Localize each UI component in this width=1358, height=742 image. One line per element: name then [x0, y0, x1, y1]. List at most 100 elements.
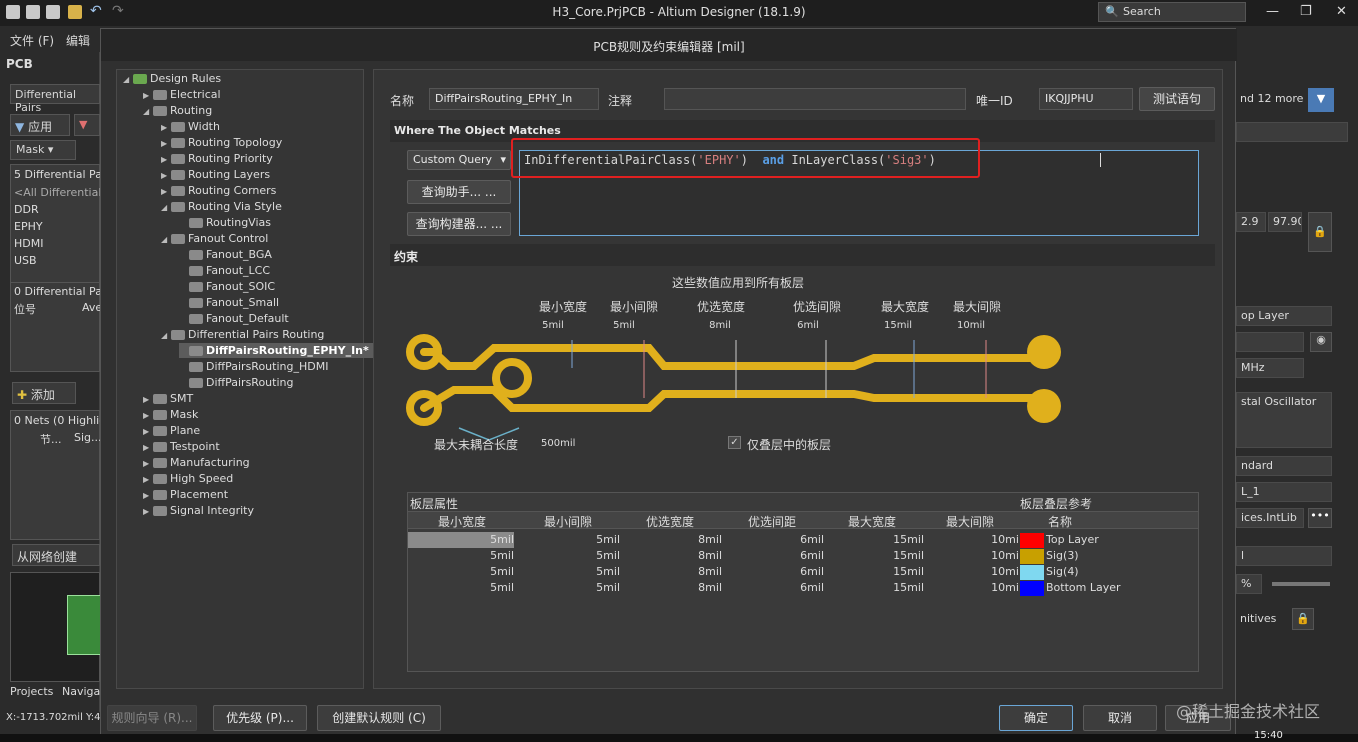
expand-arrow-icon[interactable]: ▶ [143, 488, 153, 503]
table-cell[interactable]: 8mil [618, 581, 722, 594]
frequency-field[interactable]: MHz [1236, 358, 1304, 378]
expand-arrow-icon[interactable]: ▶ [161, 152, 171, 167]
expand-arrow-icon[interactable]: ▶ [143, 456, 153, 471]
tree-node[interactable]: ▶ SMT [143, 391, 193, 406]
table-cell[interactable]: 6mil [720, 581, 824, 594]
expand-arrow-icon[interactable]: ▶ [143, 392, 153, 407]
table-cell[interactable]: 5mil [516, 533, 620, 546]
tree-node[interactable]: ▶ Testpoint [143, 439, 220, 454]
panel-field[interactable] [1236, 122, 1348, 142]
location-x-field[interactable]: 2.9 [1236, 212, 1266, 232]
search-input[interactable]: 🔍 Search [1098, 2, 1246, 22]
tree-node[interactable]: ▶ Plane [143, 423, 200, 438]
query-builder-button[interactable]: 查询构建器... ... [407, 212, 511, 236]
location-y-field[interactable]: 97.90 [1268, 212, 1302, 232]
tree-node[interactable]: ▶ Manufacturing [143, 455, 250, 470]
table-cell[interactable]: 6mil [720, 565, 824, 578]
footprint-field[interactable]: L_1 [1236, 482, 1332, 502]
query-helper-button[interactable]: 查询助手... ... [407, 180, 511, 204]
table-cell[interactable]: 15mil [820, 565, 924, 578]
tree-node[interactable]: ▶ High Speed [143, 471, 233, 486]
column-header[interactable]: 最大宽度 [820, 513, 924, 530]
add-button[interactable]: ✚ 添加 [12, 382, 76, 404]
list-item[interactable]: EPHY [14, 220, 43, 233]
comment-input[interactable] [664, 88, 966, 110]
tree-node[interactable]: ▶ Routing Priority [161, 151, 273, 166]
expand-arrow-icon[interactable]: ▶ [143, 504, 153, 519]
collapse-arrow-icon[interactable]: ◢ [123, 72, 133, 87]
list-item[interactable]: USB [14, 254, 37, 267]
eye-icon[interactable]: ◉ [1310, 332, 1332, 352]
description-field[interactable]: stal Oscillator [1236, 392, 1332, 448]
close-button[interactable]: ✕ [1336, 4, 1347, 19]
panel-field[interactable] [1236, 332, 1304, 352]
tree-node[interactable]: RoutingVias [179, 215, 271, 230]
list-item[interactable]: HDMI [14, 237, 43, 250]
table-cell[interactable]: 8mil [618, 565, 722, 578]
standard-dropdown[interactable]: ndard [1236, 456, 1332, 476]
create-from-net-button[interactable]: 从网络创建 [12, 544, 100, 566]
tree-node[interactable]: DiffPairsRouting_EPHY_In* [179, 343, 373, 358]
stack-only-checkbox[interactable]: ✓ [728, 436, 741, 449]
table-cell[interactable]: 8mil [618, 533, 722, 546]
minimize-button[interactable]: — [1266, 4, 1279, 19]
expand-arrow-icon[interactable]: ◢ [161, 232, 171, 247]
menu-edit[interactable]: 编辑 [66, 32, 90, 49]
table-cell[interactable]: 15mil [820, 549, 924, 562]
expand-arrow-icon[interactable]: ▶ [143, 440, 153, 455]
table-cell[interactable]: 10mil [918, 533, 1022, 546]
opacity-slider[interactable] [1272, 582, 1330, 586]
table-cell[interactable]: 6mil [720, 533, 824, 546]
unique-id-input[interactable]: IKQJJPHU [1039, 88, 1133, 110]
expand-arrow-icon[interactable]: ◢ [161, 200, 171, 215]
tree-node[interactable]: Fanout_SOIC [179, 279, 275, 294]
filter-icon[interactable]: ▼ [1308, 88, 1334, 112]
nets-col-signal[interactable]: Sig... [74, 431, 102, 444]
lock-icon[interactable]: 🔒 [1308, 212, 1332, 252]
tree-node[interactable]: ▶ Width [161, 119, 220, 134]
tree-node[interactable]: DiffPairsRouting [179, 375, 293, 390]
expand-arrow-icon[interactable]: ▶ [161, 184, 171, 199]
table-cell[interactable]: 5mil [410, 581, 514, 594]
tree-node[interactable]: ◢ Routing Via Style [161, 199, 282, 214]
tree-node[interactable]: ◢ Differential Pairs Routing [161, 327, 324, 342]
restore-button[interactable]: ❐ [1300, 4, 1312, 19]
tree-node[interactable]: ▶ Routing Layers [161, 167, 270, 182]
expand-arrow-icon[interactable]: ◢ [161, 328, 171, 343]
table-cell[interactable]: 5mil [516, 549, 620, 562]
tree-node[interactable]: Fanout_LCC [179, 263, 270, 278]
tree-node[interactable]: DiffPairsRouting_HDMI [179, 359, 328, 374]
table-cell[interactable]: 8mil [618, 549, 722, 562]
tree-node[interactable]: Fanout_Default [179, 311, 289, 326]
tab-projects[interactable]: Projects [10, 685, 53, 698]
tree-node[interactable]: ▶ Routing Topology [161, 135, 282, 150]
rule-wizard-button[interactable]: 规则向导 (R)... [107, 705, 197, 731]
tree-node[interactable]: ▶ Signal Integrity [143, 503, 254, 518]
tree-node[interactable]: ▶ Electrical [143, 87, 221, 102]
expand-arrow-icon[interactable]: ▶ [161, 120, 171, 135]
expand-arrow-icon[interactable]: ▶ [161, 136, 171, 151]
tree-node[interactable]: ▶ Placement [143, 487, 228, 502]
column-header[interactable]: 优选间距 [720, 513, 824, 530]
table-cell[interactable]: 15mil [820, 581, 924, 594]
expand-arrow-icon[interactable]: ▶ [143, 88, 153, 103]
list-item[interactable]: DDR [14, 203, 39, 216]
column-header[interactable]: 优选宽度 [618, 513, 722, 530]
test-query-button[interactable]: 测试语句 [1139, 87, 1215, 111]
table-cell[interactable]: 5mil [410, 549, 514, 562]
table-cell[interactable]: 6mil [720, 549, 824, 562]
nets-col-node[interactable]: 节... [40, 431, 62, 447]
table-cell[interactable]: 5mil [410, 565, 514, 578]
table-cell[interactable]: 10mil [918, 581, 1022, 594]
tree-node[interactable]: Fanout_BGA [179, 247, 272, 262]
apply-filter-button[interactable]: ▼ 应用 [10, 114, 70, 136]
expand-arrow-icon[interactable]: ▶ [143, 408, 153, 423]
menu-file[interactable]: 文件 (F) [10, 32, 54, 49]
mask-dropdown[interactable]: Mask ▾ [10, 140, 76, 160]
table-cell[interactable]: 10mil [918, 549, 1022, 562]
panel-field[interactable]: l [1236, 546, 1332, 566]
table-cell[interactable]: 5mil [516, 565, 620, 578]
expand-arrow-icon[interactable]: ◢ [143, 104, 153, 119]
table-cell[interactable]: 10mil [918, 565, 1022, 578]
column-header-name[interactable]: 名称 [1020, 513, 1100, 530]
